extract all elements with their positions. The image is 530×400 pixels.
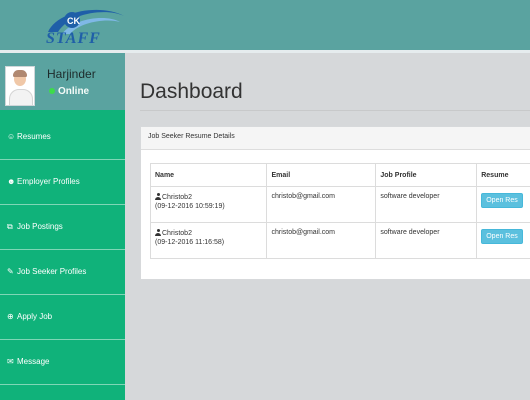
sidebar: Harjinder Online ☺ Resumes ☻ Employer Pr…	[0, 53, 125, 400]
column-header-job-profile[interactable]: Job Profile	[375, 163, 478, 187]
applicant-name: Christob2	[162, 230, 192, 237]
sidebar-item-employer-profiles[interactable]: ☻ Employer Profiles	[0, 160, 125, 205]
job-profile-cell: software developer	[375, 186, 478, 223]
panel-heading: Job Seeker Resume Details	[141, 127, 530, 150]
title-divider	[140, 110, 530, 111]
column-header-email[interactable]: Email	[266, 163, 377, 187]
resume-table: Name Email Job Profile Resume Christob2 …	[149, 163, 530, 259]
panel-title: Job Seeker Resume Details	[148, 133, 235, 140]
logo-text: STAFF	[46, 30, 101, 47]
job-profile-cell: software developer	[375, 222, 478, 259]
sitemap-icon: ⊕	[7, 312, 14, 321]
sidebar-nav: ☺ Resumes ☻ Employer Profiles ⧉ Job Post…	[0, 115, 125, 385]
column-header-resume[interactable]: Resume	[476, 163, 530, 187]
user-status-label: Online	[58, 86, 90, 97]
name-cell: Christob2 (09-12-2016 10:59:19)	[149, 186, 268, 223]
sidebar-item-message[interactable]: ✉ Message	[0, 340, 125, 385]
email-cell: christob@gmail.com	[266, 222, 377, 259]
submitted-date: (09-12-2016 11:16:58)	[155, 239, 225, 246]
column-header-name[interactable]: Name	[149, 163, 268, 187]
submitted-date: (09-12-2016 10:59:19)	[155, 203, 225, 210]
sidebar-item-label: Message	[17, 357, 50, 366]
sidebar-item-label: Employer Profiles	[17, 177, 80, 186]
open-resume-button[interactable]: Open Res	[481, 229, 523, 244]
applicant-name: Christob2	[162, 194, 192, 201]
avatar	[5, 66, 35, 106]
sidebar-item-job-seeker-profiles[interactable]: ✎ Job Seeker Profiles	[0, 250, 125, 295]
online-status-icon	[49, 88, 55, 95]
top-header: CK STAFF	[0, 0, 530, 50]
wrench-icon: ✎	[7, 267, 14, 276]
sidebar-item-apply-job[interactable]: ⊕ Apply Job	[0, 295, 125, 340]
table-row: Christob2 (09-12-2016 10:59:19) christob…	[149, 186, 530, 223]
svg-text:CK: CK	[67, 16, 80, 26]
users-icon: ☻	[7, 177, 16, 186]
user-name: Harjinder	[47, 67, 96, 81]
resume-details-panel: Job Seeker Resume Details Name Email Job…	[140, 126, 530, 280]
page-title: Dashboard	[140, 80, 243, 103]
sidebar-item-label: Apply Job	[17, 312, 53, 321]
user-profile: Harjinder Online	[0, 53, 125, 110]
user-icon	[155, 229, 161, 236]
copy-icon: ⧉	[7, 222, 13, 231]
sidebar-item-label: Resumes	[17, 132, 51, 141]
sidebar-item-job-postings[interactable]: ⧉ Job Postings	[0, 205, 125, 250]
open-resume-button[interactable]: Open Res	[481, 193, 523, 208]
sidebar-item-label: Job Postings	[17, 222, 63, 231]
resume-icon: ☺	[7, 132, 16, 141]
sidebar-item-resumes[interactable]: ☺ Resumes	[0, 115, 125, 160]
user-status: Online	[49, 86, 89, 97]
name-cell: Christob2 (09-12-2016 11:16:58)	[149, 222, 268, 259]
comment-icon: ✉	[7, 357, 14, 366]
table-header-row: Name Email Job Profile Resume	[149, 163, 530, 187]
resume-cell: Open Res	[476, 222, 530, 259]
email-cell: christob@gmail.com	[266, 186, 377, 223]
sidebar-item-label: Job Seeker Profiles	[17, 267, 87, 276]
table-row: Christob2 (09-12-2016 11:16:58) christob…	[149, 222, 530, 259]
user-icon	[155, 193, 161, 200]
resume-cell: Open Res	[476, 186, 530, 223]
staff-logo[interactable]: CK STAFF	[40, 4, 130, 48]
